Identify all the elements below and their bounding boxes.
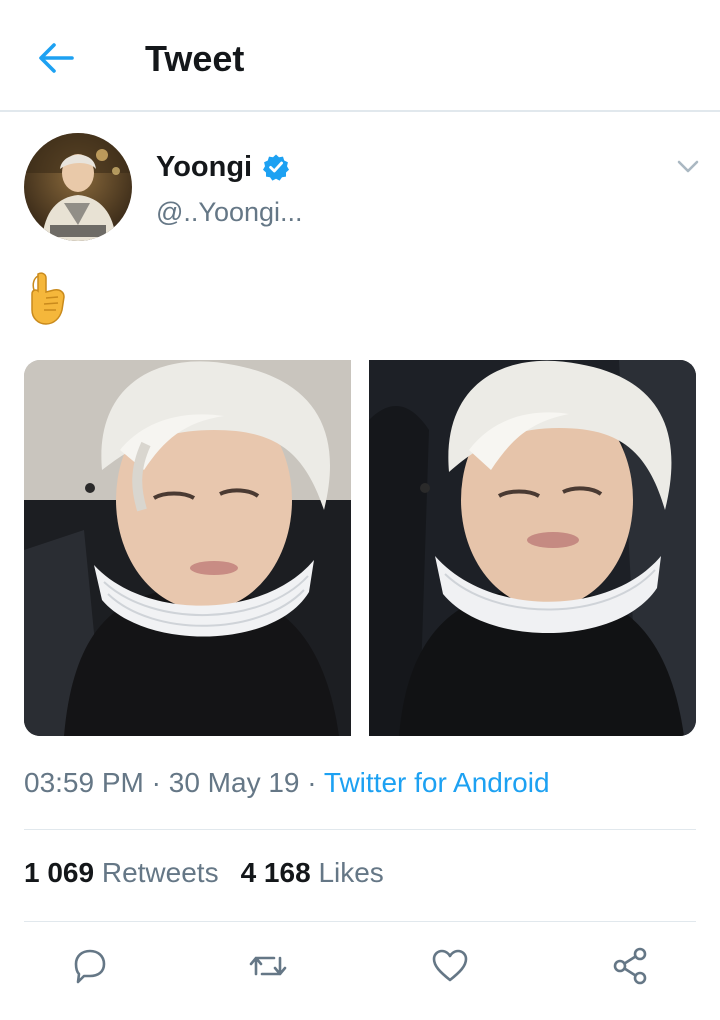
reply-button[interactable] <box>68 944 112 988</box>
retweets-stat[interactable]: 1 069 Retweets <box>24 857 219 888</box>
more-options-button[interactable] <box>672 150 704 182</box>
like-button[interactable] <box>428 944 472 988</box>
heart-icon <box>432 949 468 982</box>
retweet-button[interactable] <box>246 944 290 988</box>
user-handle[interactable]: @..Yoongi... <box>156 197 303 228</box>
avatar[interactable] <box>24 133 132 241</box>
retweets-label: Retweets <box>101 857 219 888</box>
likes-stat[interactable]: 4 168 Likes <box>241 857 384 888</box>
tweet-time: 03:59 PM <box>24 767 144 798</box>
author-name-row[interactable]: Yoongi <box>156 147 290 187</box>
call-me-hand-emoji-icon <box>31 272 65 325</box>
media-grid <box>24 360 696 736</box>
share-icon <box>613 947 647 985</box>
likes-label: Likes <box>318 857 384 888</box>
display-name[interactable]: Yoongi <box>156 151 252 184</box>
back-button[interactable] <box>34 36 78 80</box>
meta-separator: · <box>151 767 161 798</box>
share-button[interactable] <box>608 944 652 988</box>
retweet-icon <box>249 956 287 976</box>
tweet-date: 30 May 19 <box>168 767 300 798</box>
retweets-count: 1 069 <box>24 857 95 888</box>
arrow-left-icon <box>39 43 74 73</box>
divider <box>24 921 696 922</box>
top-app-bar: Tweet <box>0 0 720 112</box>
page-title: Tweet <box>145 38 245 79</box>
reply-icon <box>74 949 106 984</box>
likes-count: 4 168 <box>240 857 311 888</box>
divider <box>24 829 696 830</box>
engagement-stats: 1 069 Retweets 4 168 Likes <box>24 857 384 889</box>
tweet-source-link[interactable]: Twitter for Android <box>324 767 550 798</box>
chevron-down-icon <box>677 160 699 173</box>
tweet-action-bar <box>0 944 720 994</box>
tweet-photo[interactable] <box>24 360 351 736</box>
meta-separator: · <box>307 767 317 798</box>
tweet-timestamp-line: 03:59 PM · 30 May 19 · Twitter for Andro… <box>24 767 550 799</box>
tweet-text-emoji <box>24 270 72 328</box>
verified-badge-icon <box>263 154 290 181</box>
tweet-photo[interactable] <box>369 360 696 736</box>
